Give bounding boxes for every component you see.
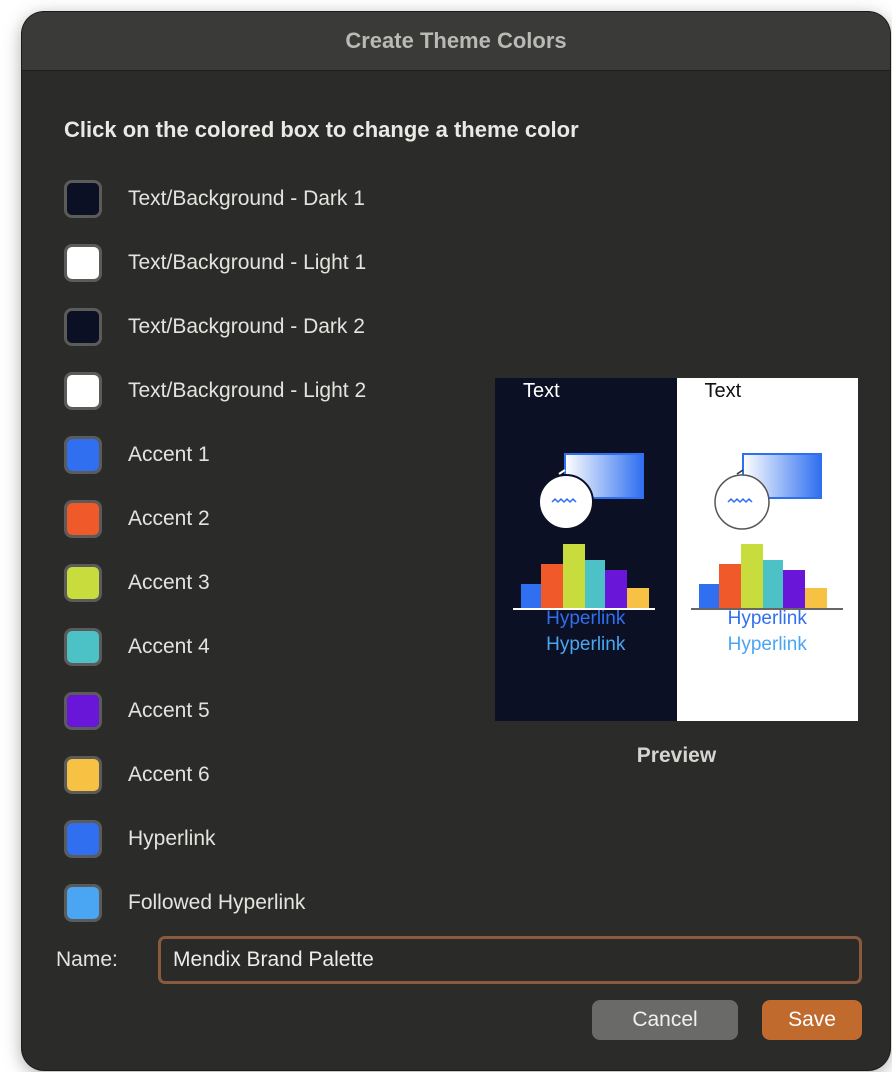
color-swatch-fill [67, 247, 99, 279]
preview-label: Preview [636, 744, 717, 767]
theme-color-label: Accent 3 [128, 571, 210, 594]
color-swatch-button[interactable] [64, 564, 102, 602]
color-swatch-button[interactable] [64, 308, 102, 346]
preview-dark-followed-hyperlink: Hyperlink [546, 634, 626, 655]
theme-color-label: Followed Hyperlink [128, 891, 306, 914]
theme-color-row: Accent 3 [64, 560, 210, 606]
dialog-title: Create Theme Colors [345, 28, 567, 53]
color-swatch-button[interactable] [64, 372, 102, 410]
color-swatch-button[interactable] [64, 692, 102, 730]
color-swatch-button[interactable] [64, 436, 102, 474]
theme-color-label: Accent 1 [128, 443, 210, 466]
color-swatch-fill [67, 823, 99, 855]
preview-light-followed-hyperlink: Hyperlink [727, 634, 807, 655]
title-bar: Create Theme Colors [22, 12, 890, 71]
theme-color-row: Accent 2 [64, 496, 210, 542]
theme-color-row: Text/Background - Light 1 [64, 240, 366, 286]
color-swatch-button[interactable] [64, 628, 102, 666]
preview-light-panel: Text Hyperlink Hyperlink [676, 378, 858, 721]
preview-dark-hyperlink: Hyperlink [546, 608, 626, 629]
theme-color-row: Accent 4 [64, 624, 210, 670]
theme-color-row: Followed Hyperlink [64, 880, 305, 926]
theme-color-label: Text/Background - Dark 2 [128, 315, 365, 338]
color-swatch-fill [67, 183, 99, 215]
preview-dark-bars [521, 544, 649, 608]
theme-color-row: Text/Background - Dark 2 [64, 304, 365, 350]
color-swatch-button[interactable] [64, 820, 102, 858]
theme-color-label: Accent 4 [128, 635, 210, 658]
theme-color-label: Accent 6 [128, 763, 210, 786]
color-swatch-fill [67, 887, 99, 919]
theme-color-row: Accent 6 [64, 752, 210, 798]
color-swatch-fill [67, 503, 99, 535]
theme-color-row: Accent 5 [64, 688, 210, 734]
theme-color-row: Hyperlink [64, 816, 216, 862]
theme-color-label: Accent 2 [128, 507, 210, 530]
name-label: Name: [56, 948, 118, 971]
color-swatch-fill [67, 567, 99, 599]
create-theme-colors-dialog: Create Theme Colors Click on the colored… [22, 12, 890, 1070]
color-swatch-fill [67, 759, 99, 791]
color-swatch-button[interactable] [64, 884, 102, 922]
theme-color-label: Hyperlink [128, 827, 216, 850]
color-swatch-fill [67, 439, 99, 471]
color-swatch-fill [67, 631, 99, 663]
color-swatch-button[interactable] [64, 244, 102, 282]
instruction-text: Click on the colored box to change a the… [64, 117, 579, 142]
theme-color-label: Text/Background - Light 1 [128, 251, 367, 274]
preview-light-hyperlink: Hyperlink [727, 608, 807, 629]
color-swatch-fill [67, 375, 99, 407]
color-swatch-button[interactable] [64, 180, 102, 218]
cancel-button[interactable]: Cancel [592, 1000, 738, 1040]
theme-color-label: Accent 5 [128, 699, 210, 722]
theme-color-row: Text/Background - Dark 1 [64, 176, 365, 222]
theme-color-label: Text/Background - Dark 1 [128, 187, 365, 210]
theme-preview: Text Hyperlink Hyperlink Text Hyperlink … [495, 378, 858, 721]
preview-light-graphic [690, 453, 843, 610]
preview-light-bars [698, 544, 827, 608]
color-swatch-button[interactable] [64, 500, 102, 538]
theme-color-label: Text/Background - Light 2 [128, 379, 367, 402]
preview-dark-graphic [513, 453, 655, 610]
color-swatch-fill [67, 695, 99, 727]
theme-name-input[interactable] [158, 936, 862, 984]
theme-color-row: Text/Background - Light 2 [64, 368, 366, 414]
theme-color-row: Accent 1 [64, 432, 210, 478]
color-swatch-fill [67, 311, 99, 343]
color-swatch-button[interactable] [64, 756, 102, 794]
preview-dark-panel: Text Hyperlink Hyperlink [495, 378, 677, 721]
save-button[interactable]: Save [762, 1000, 862, 1040]
